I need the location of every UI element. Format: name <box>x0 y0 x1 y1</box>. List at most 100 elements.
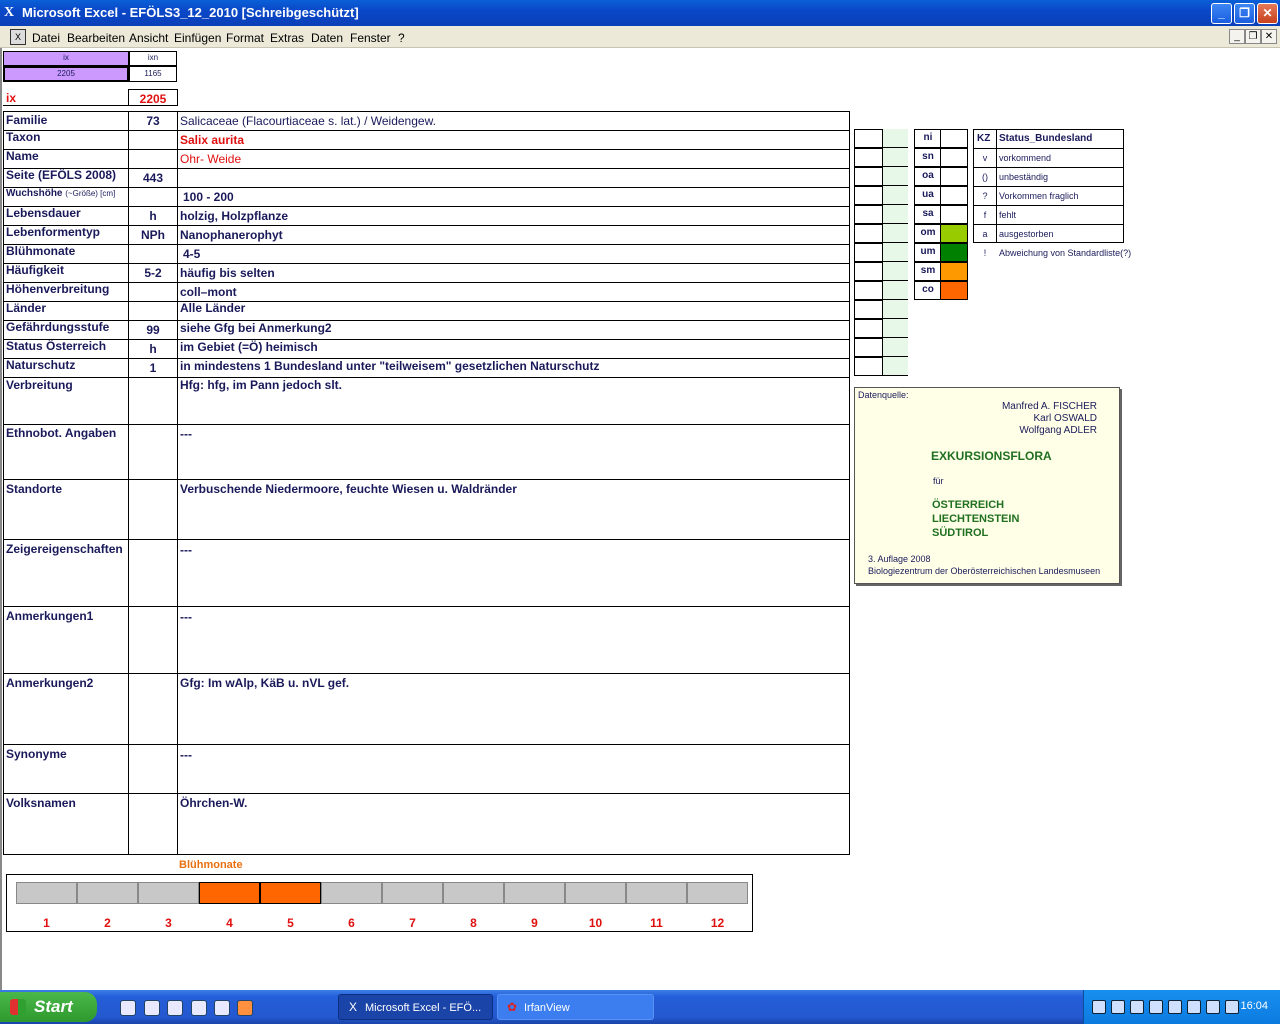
menu-einfuegen[interactable]: Einfügen <box>174 31 221 45</box>
index-header-ixn-text: ixn <box>147 53 159 62</box>
value-volksnamen: Öhrchen-W. <box>180 796 248 810</box>
bloom-month-label: 11 <box>650 916 663 930</box>
state-code <box>855 243 883 261</box>
legend-text: unbeständig <box>999 172 1049 182</box>
label-seite: Seite (EFÖLS 2008) <box>6 168 117 182</box>
bloom-month-label: 8 <box>470 916 477 930</box>
network-icon[interactable] <box>1092 1000 1106 1014</box>
security-icon[interactable] <box>1149 1000 1163 1014</box>
state-code <box>855 300 883 318</box>
label-standorte: Standorte <box>6 482 63 496</box>
label-taxon: Taxon <box>6 130 41 144</box>
window-title: Microsoft Excel - EFÖLS3_12_2010 [Schrei… <box>22 5 359 20</box>
task-irfanview[interactable]: ✿ IrfanView <box>497 994 654 1020</box>
outlook-icon[interactable] <box>214 1000 230 1016</box>
menu-ansicht[interactable]: Ansicht <box>129 31 168 45</box>
code-status-oesterreich: h <box>149 342 157 356</box>
desktop-icon[interactable] <box>120 1000 136 1016</box>
state-value <box>882 357 908 375</box>
irfanview-icon: ✿ <box>506 1000 518 1014</box>
state-value <box>882 338 908 356</box>
menu-extras[interactable]: Extras <box>270 31 304 45</box>
zone-code: um <box>920 246 936 257</box>
bloom-bar-month <box>382 882 443 904</box>
menu-bearbeiten[interactable]: Bearbeiten <box>67 31 125 45</box>
state-value <box>882 205 908 223</box>
firefox-icon[interactable] <box>237 1000 253 1016</box>
doc-close-button[interactable]: ✕ <box>1261 29 1277 44</box>
label-wuchshoehe: Wuchshöhe (~Größe) [cm] <box>6 188 115 199</box>
explorer-icon[interactable] <box>144 1000 160 1016</box>
value-hoehenverbreitung: coll–mont <box>180 285 237 299</box>
legend-text: vorkommend <box>999 153 1052 163</box>
label-hoehenverbreitung: Höhenverbreitung <box>6 282 110 296</box>
row-divider <box>3 793 850 794</box>
state-code <box>855 224 883 242</box>
excel-icon: X <box>4 5 15 20</box>
bloom-bar-month <box>687 882 748 904</box>
code-lebensform: NPh <box>141 228 165 242</box>
media-player-icon[interactable] <box>167 1000 183 1016</box>
worksheet[interactable]: ix ixn 2205 1165 ix 2205 Familie 73 Sali… <box>0 48 1280 990</box>
menu-help[interactable]: ? <box>398 31 405 45</box>
bloom-month-label: 9 <box>531 916 538 930</box>
shield-icon[interactable] <box>1168 1000 1182 1014</box>
bloom-chart-title: Blühmonate <box>179 859 243 871</box>
menu-daten[interactable]: Daten <box>311 31 343 45</box>
state-code <box>855 262 883 280</box>
state-code <box>855 186 883 204</box>
bloom-bar-month <box>504 882 565 904</box>
doc-restore-button[interactable]: ❐ <box>1245 29 1261 44</box>
legend-header-kz: KZ <box>977 133 991 144</box>
code-familie: 73 <box>146 114 160 128</box>
bloom-month-label: 4 <box>226 916 233 930</box>
source-author-2: Karl OSWALD <box>1033 413 1097 424</box>
bloom-month-label: 10 <box>588 916 603 930</box>
menu-datei[interactable]: Datei <box>32 31 60 45</box>
search-icon[interactable] <box>1130 1000 1144 1014</box>
row-divider <box>3 282 850 283</box>
bloom-bar-month <box>565 882 626 904</box>
row-divider <box>3 187 850 188</box>
label-familie: Familie <box>6 113 48 127</box>
windows-logo-icon <box>10 999 26 1015</box>
restore-button[interactable]: ❐ <box>1234 3 1255 24</box>
update-icon[interactable] <box>1187 1000 1201 1014</box>
state-value <box>882 148 908 166</box>
menu-format[interactable]: Format <box>226 31 264 45</box>
start-button[interactable]: Start <box>0 992 97 1022</box>
menu-bar: X Datei Bearbeiten Ansicht Einfügen Form… <box>0 26 1280 48</box>
bloom-month-label: 3 <box>165 916 172 930</box>
zone-code: sn <box>922 151 934 162</box>
source-country-3: SÜDTIROL <box>932 527 989 539</box>
ix-label: ix <box>6 91 17 105</box>
label-anmerkungen1: Anmerkungen1 <box>6 609 94 623</box>
doc-minimize-button[interactable]: _ <box>1229 29 1245 44</box>
menu-fenster[interactable]: Fenster <box>350 31 391 45</box>
value-laender: Alle Länder <box>180 301 246 315</box>
value-ethnobot: --- <box>180 427 192 441</box>
value-verbreitung: Hfg: hfg, im Pann jedoch slt. <box>180 378 342 392</box>
legend-kz: () <box>982 172 988 182</box>
volume-icon[interactable] <box>1111 1000 1125 1014</box>
antivirus-icon[interactable] <box>1225 1000 1239 1014</box>
minimize-button[interactable]: _ <box>1211 3 1232 24</box>
workbook-icon[interactable]: X <box>10 29 26 45</box>
zone-color-swatch <box>940 263 967 280</box>
label-wuchshoehe-main: Wuchshöhe <box>6 188 63 199</box>
clock: 16:04 <box>1240 1000 1268 1012</box>
info-icon[interactable] <box>1206 1000 1220 1014</box>
row-divider <box>3 377 850 378</box>
state-code <box>855 357 883 375</box>
state-value <box>882 129 908 147</box>
internet-explorer-icon[interactable] <box>191 1000 207 1016</box>
label-volksnamen: Volksnamen <box>6 796 76 810</box>
label-bluehmonate: Blühmonate <box>6 244 76 258</box>
label-wuchshoehe-unit: (~Größe) [cm] <box>65 189 116 198</box>
task-excel[interactable]: X Microsoft Excel - EFÖ... <box>338 994 493 1020</box>
bloom-bar-month <box>199 882 260 904</box>
bloom-month-label: 6 <box>348 916 355 930</box>
value-zeigereigenschaften: --- <box>180 543 192 557</box>
close-button[interactable]: ✕ <box>1257 3 1278 24</box>
value-status-oesterreich: im Gebiet (=Ö) heimisch <box>180 340 318 354</box>
